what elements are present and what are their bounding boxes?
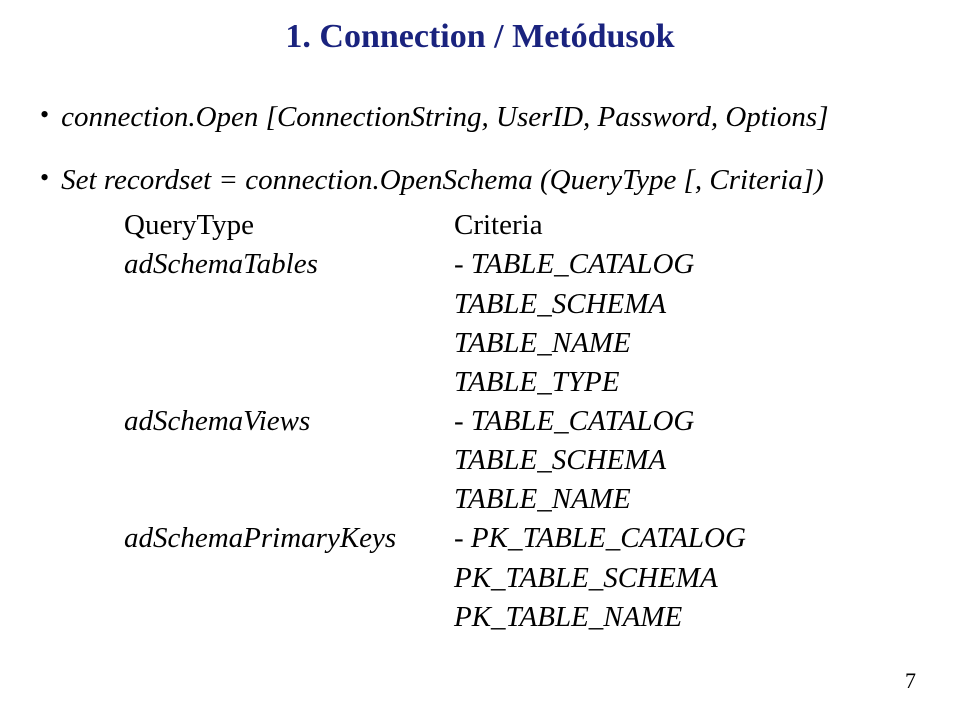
table-cell-right: - TABLE_CATALOG — [454, 245, 694, 284]
table-cell-left — [124, 598, 454, 637]
table-cell-right: TABLE_SCHEMA — [454, 441, 666, 480]
table-cell-right: - PK_TABLE_CATALOG — [454, 519, 746, 558]
table-row: adSchemaPrimaryKeys - PK_TABLE_CATALOG — [124, 519, 920, 558]
table-row: adSchemaTables - TABLE_CATALOG — [124, 245, 920, 284]
table-cell-left — [124, 559, 454, 598]
bullet-2: • Set recordset = connection.OpenSchema … — [40, 161, 920, 637]
table-cell-left — [124, 480, 454, 519]
table-cell-right: PK_TABLE_SCHEMA — [454, 559, 718, 598]
bullet-1: • connection.Open [ConnectionString, Use… — [40, 98, 920, 137]
table-header-left: QueryType — [124, 206, 454, 245]
page-title: 1. Connection / Metódusok — [40, 18, 920, 56]
bullet-1-text: connection.Open [ConnectionString, UserI… — [61, 98, 828, 137]
querytype-table: QueryType Criteria adSchemaTables - TABL… — [124, 206, 920, 637]
table-cell-left: adSchemaTables — [124, 245, 454, 284]
table-row: TABLE_TYPE — [124, 363, 920, 402]
table-cell-left: adSchemaPrimaryKeys — [124, 519, 454, 558]
slide-page: 1. Connection / Metódusok • connection.O… — [0, 0, 960, 716]
table-cell-left — [124, 363, 454, 402]
table-cell-right: TABLE_TYPE — [454, 363, 619, 402]
table-row: PK_TABLE_SCHEMA — [124, 559, 920, 598]
table-cell-right: PK_TABLE_NAME — [454, 598, 682, 637]
table-cell-right: TABLE_SCHEMA — [454, 285, 666, 324]
table-cell-left — [124, 285, 454, 324]
bullet-2-text: Set recordset = connection.OpenSchema (Q… — [61, 161, 824, 200]
table-cell-left — [124, 441, 454, 480]
table-row: TABLE_NAME — [124, 324, 920, 363]
table-header-row: QueryType Criteria — [124, 206, 920, 245]
table-row: PK_TABLE_NAME — [124, 598, 920, 637]
table-cell-right: TABLE_NAME — [454, 480, 631, 519]
table-row: TABLE_SCHEMA — [124, 441, 920, 480]
table-cell-left: adSchemaViews — [124, 402, 454, 441]
page-number: 7 — [905, 668, 916, 694]
table-row: TABLE_SCHEMA — [124, 285, 920, 324]
bullet-dot-icon: • — [40, 102, 49, 128]
bullet-dot-icon: • — [40, 165, 49, 191]
table-row: adSchemaViews - TABLE_CATALOG — [124, 402, 920, 441]
table-row: TABLE_NAME — [124, 480, 920, 519]
table-header-right: Criteria — [454, 206, 543, 245]
table-cell-right: TABLE_NAME — [454, 324, 631, 363]
table-cell-left — [124, 324, 454, 363]
table-cell-right: - TABLE_CATALOG — [454, 402, 694, 441]
